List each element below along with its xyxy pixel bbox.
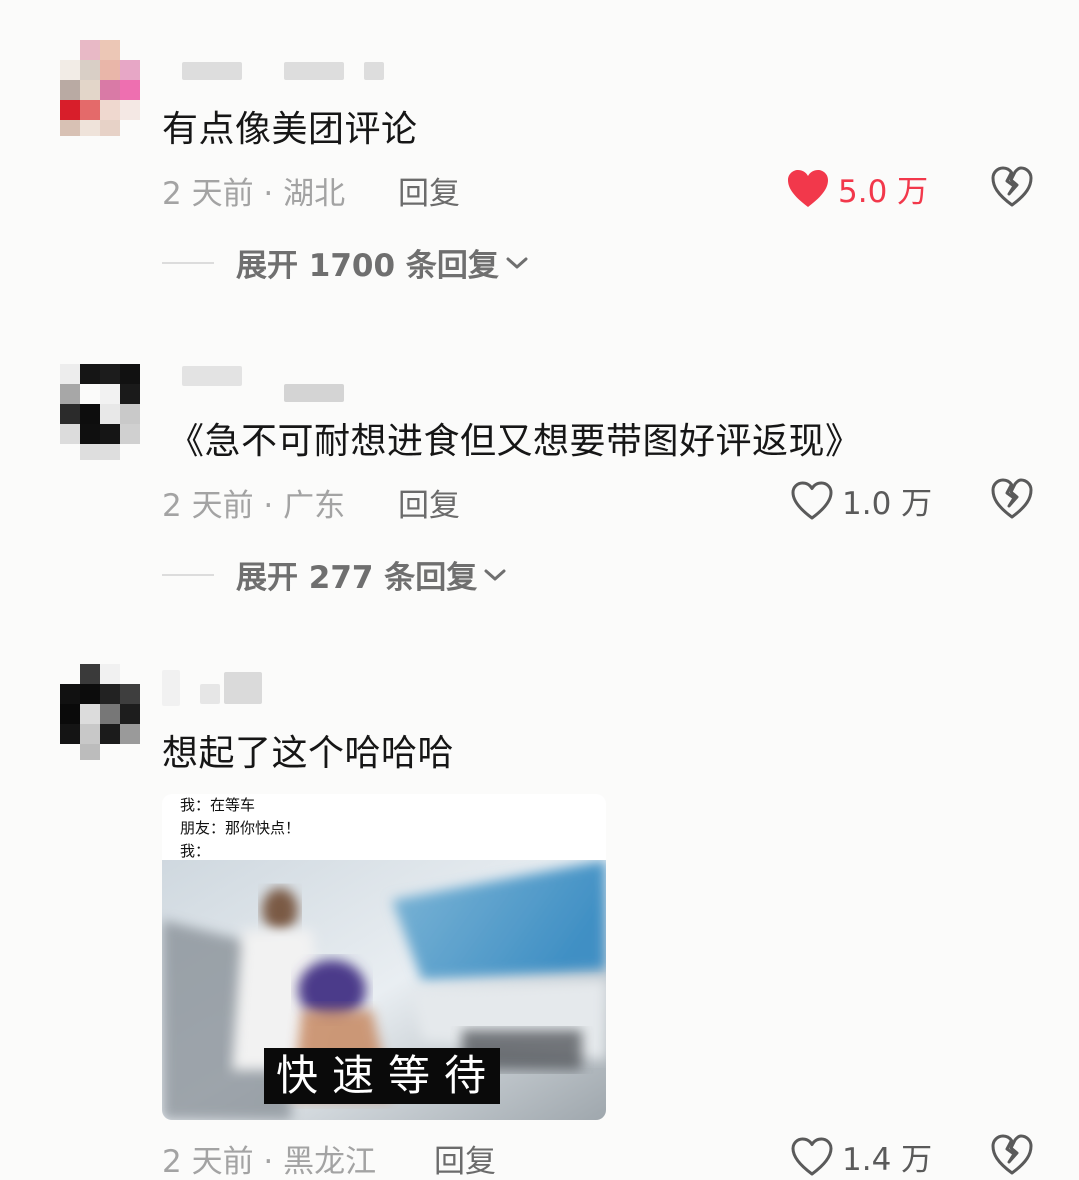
like-button[interactable]: 1.0 万 bbox=[790, 478, 932, 523]
comment-list: 有点像美团评论 2 天前 · 湖北 回复 5.0 万 展开 1700 条回复 《… bbox=[0, 0, 1079, 1180]
expand-replies-label: 展开 1700 条回复 bbox=[236, 248, 499, 284]
meme-photo: 快速等待 bbox=[162, 860, 606, 1120]
comment-text: 《急不可耐想进食但又想要带图好评返现》 bbox=[168, 421, 862, 462]
comment-text: 想起了这个哈哈哈 bbox=[162, 733, 455, 774]
heart-icon bbox=[791, 481, 833, 519]
chevron-down-icon bbox=[506, 257, 528, 268]
like-count: 1.0 万 bbox=[842, 486, 933, 522]
avatar[interactable] bbox=[60, 40, 140, 136]
divider-line bbox=[162, 261, 214, 264]
chevron-down-icon bbox=[484, 569, 506, 580]
expand-replies-button[interactable]: 展开 1700 条回复 bbox=[162, 240, 529, 285]
expand-replies-label: 展开 277 条回复 bbox=[236, 560, 478, 596]
broken-heart-icon[interactable] bbox=[990, 166, 1034, 208]
expand-replies-button[interactable]: 展开 277 条回复 bbox=[162, 552, 507, 597]
avatar[interactable] bbox=[60, 664, 140, 760]
comment-meta: 2 天前 · 黑龙江 bbox=[162, 1144, 377, 1180]
divider-line bbox=[162, 573, 214, 576]
reply-button[interactable]: 回复 bbox=[398, 168, 460, 213]
reply-button[interactable]: 回复 bbox=[398, 480, 460, 525]
reply-button[interactable]: 回复 bbox=[434, 1136, 496, 1180]
meme-caption-line: 我： bbox=[180, 842, 211, 860]
meme-caption-line: 我：在等车 bbox=[180, 796, 256, 814]
heart-icon bbox=[788, 169, 828, 207]
like-button[interactable]: 1.4 万 bbox=[790, 1134, 932, 1179]
comment-meta: 2 天前 · 湖北 bbox=[162, 176, 346, 212]
like-count: 5.0 万 bbox=[838, 174, 929, 210]
like-count: 1.4 万 bbox=[842, 1142, 933, 1178]
broken-heart-icon[interactable] bbox=[990, 478, 1034, 520]
comment-meta: 2 天前 · 广东 bbox=[162, 488, 346, 524]
comment-text: 有点像美团评论 bbox=[162, 109, 418, 150]
broken-heart-icon[interactable] bbox=[990, 1134, 1034, 1176]
meme-subtitle: 快速等待 bbox=[264, 1048, 501, 1104]
heart-icon bbox=[791, 1137, 833, 1175]
comment-image[interactable]: 我：在等车 朋友：那你快点！ 我： 快速等待 bbox=[162, 794, 606, 1120]
like-button[interactable]: 5.0 万 bbox=[786, 166, 928, 211]
avatar[interactable] bbox=[60, 364, 140, 460]
meme-caption-line: 朋友：那你快点！ bbox=[180, 819, 301, 837]
